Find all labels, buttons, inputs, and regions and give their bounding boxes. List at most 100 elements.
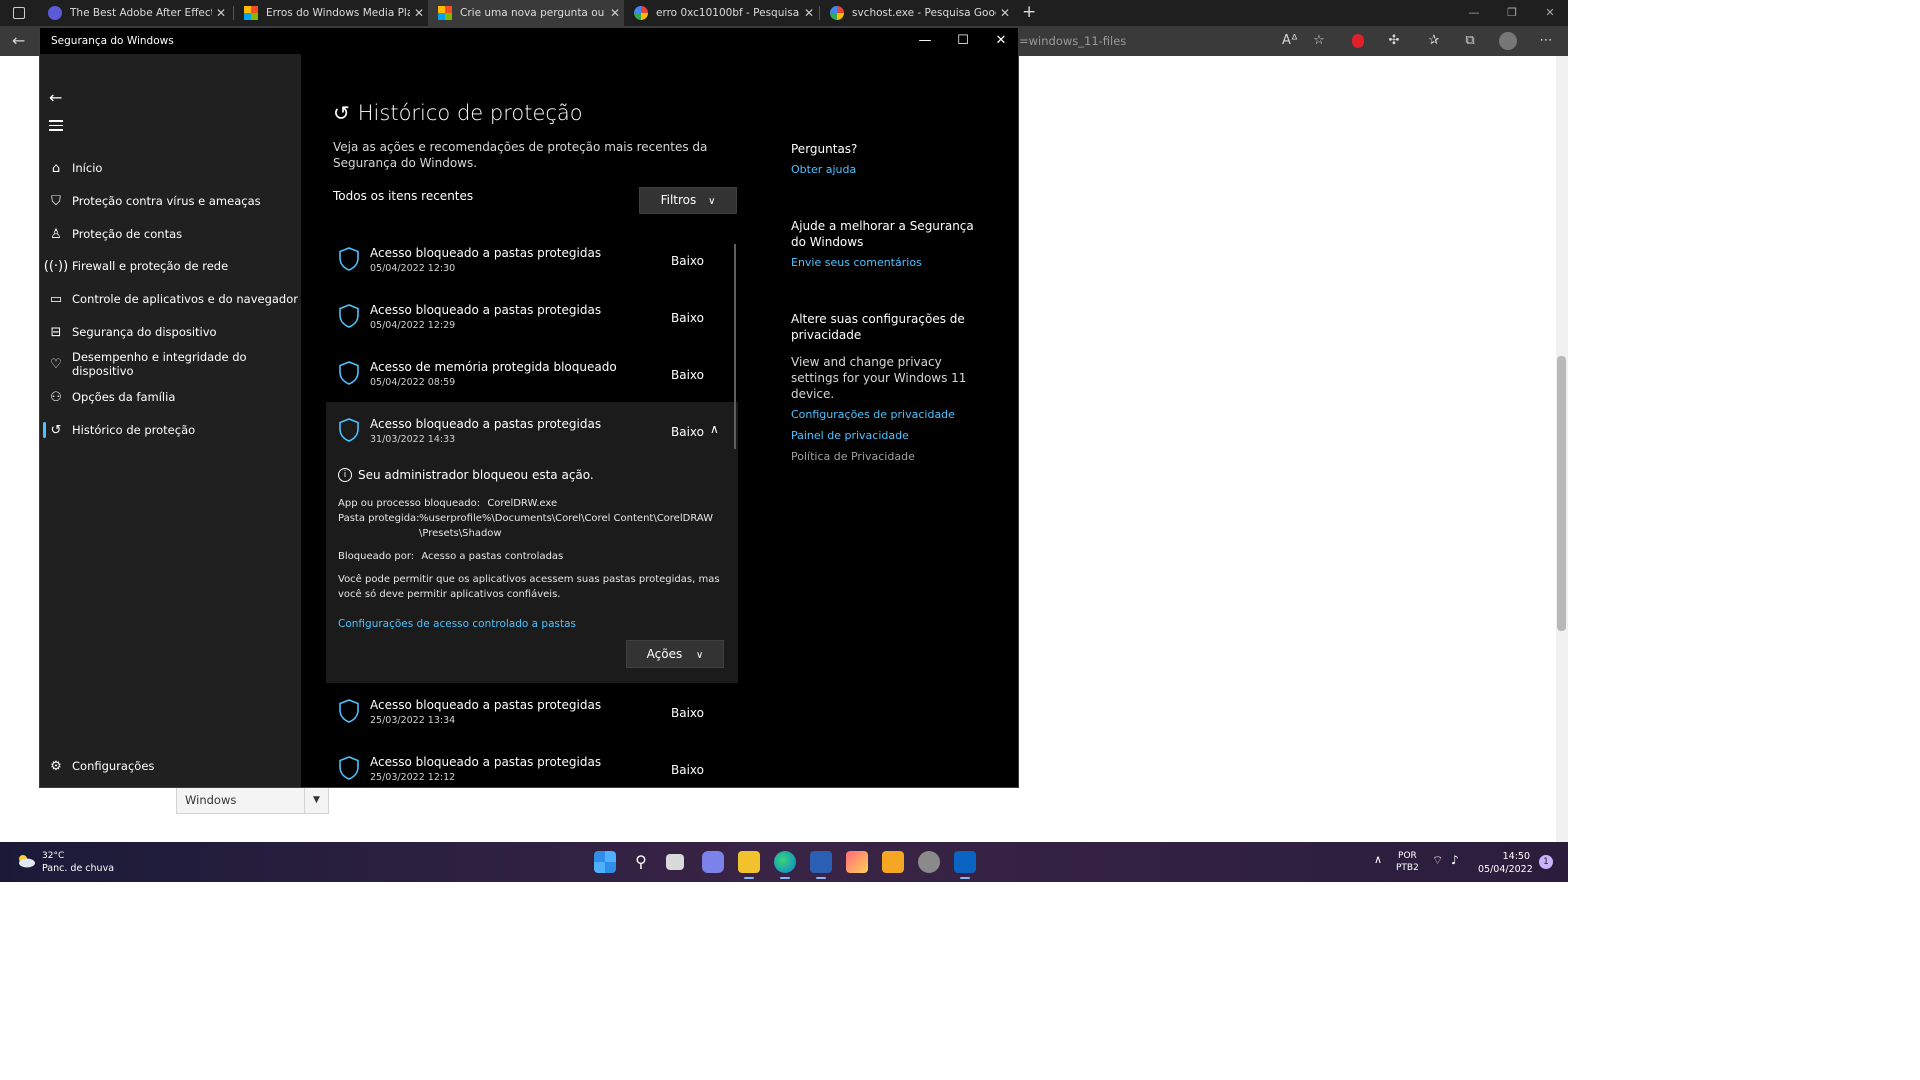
more-menu-icon[interactable]: ⋯	[1535, 31, 1557, 51]
close-tab-icon[interactable]: ✕	[606, 6, 624, 20]
extensions-icon[interactable]: ✣	[1383, 31, 1405, 51]
history-icon: ↺	[333, 101, 350, 125]
history-item[interactable]: Acesso bloqueado a pastas protegidas 05/…	[326, 231, 738, 288]
extension-red-icon[interactable]	[1347, 31, 1369, 51]
sidebar: ← ⌂ Início ⛉ Proteção contra vírus e ame…	[40, 54, 301, 787]
family-icon: ⚇	[50, 389, 62, 405]
improve-section: Ajude a melhorar a Segurança do Windows …	[791, 218, 991, 271]
close-tab-icon[interactable]: ✕	[410, 6, 428, 20]
new-tab-button[interactable]: +	[1022, 2, 1036, 22]
browser-tab-active[interactable]: Crie uma nova pergunta ou inicie ✕	[428, 0, 624, 26]
shield-icon	[339, 361, 359, 385]
history-list-scrollbar[interactable]	[734, 244, 736, 449]
browser-tab[interactable]: Erros do Windows Media Player ✕	[234, 0, 428, 26]
browser-restore-icon[interactable]: ❐	[1493, 0, 1531, 26]
close-tab-icon[interactable]: ✕	[212, 6, 230, 20]
word-icon[interactable]	[810, 851, 832, 879]
favorites-icon[interactable]: ✰	[1423, 31, 1445, 51]
task-view-icon[interactable]	[666, 854, 684, 870]
start-icon[interactable]	[594, 851, 616, 873]
photo-app-icon[interactable]	[846, 851, 868, 873]
protected-folder-row: Pasta protegida:	[338, 513, 420, 524]
taskbar: 32°C Panc. de chuva ⚲ ∧ POR PTB2 ⌔ ♪ 14:…	[0, 842, 1568, 882]
language-indicator[interactable]: POR PTB2	[1396, 850, 1419, 874]
heart-icon: ♡	[50, 356, 62, 372]
search-icon[interactable]: ⚲	[630, 851, 652, 873]
history-item[interactable]: Acesso bloqueado a pastas protegidas 31/…	[326, 402, 738, 459]
file-explorer-icon[interactable]	[738, 851, 760, 879]
browser-back-icon[interactable]: ←	[12, 31, 25, 50]
history-icon: ↺	[50, 422, 62, 438]
clock[interactable]: 14:50 05/04/2022	[1478, 850, 1533, 876]
chevron-up-icon[interactable]: ∧	[710, 422, 719, 436]
sidebar-item-device-performance[interactable]: ♡ Desempenho e integridade do dispositiv…	[40, 348, 301, 380]
address-bar-url[interactable]: =windows_11-files	[1019, 34, 1126, 48]
history-item[interactable]: Acesso bloqueado a pastas protegidas 05/…	[326, 288, 738, 345]
show-hidden-icons[interactable]: ∧	[1374, 854, 1382, 866]
back-arrow-icon[interactable]: ←	[49, 88, 62, 107]
wifi-icon[interactable]: ⌔	[1432, 854, 1443, 866]
sidebar-item-account-protection[interactable]: ♙ Proteção de contas	[40, 218, 301, 250]
edge-icon[interactable]	[774, 851, 796, 879]
collections-icon[interactable]: ⧉	[1459, 31, 1481, 51]
close-icon[interactable]: ✕	[982, 28, 1018, 54]
browser-minimize-icon[interactable]: —	[1455, 0, 1493, 26]
history-item[interactable]: Acesso bloqueado a pastas protegidas 25/…	[326, 683, 738, 740]
maximize-icon[interactable]: ☐	[944, 28, 982, 54]
settings-app-icon[interactable]	[918, 851, 940, 873]
shield-icon	[339, 247, 359, 271]
tab-actions-icon[interactable]	[13, 7, 25, 19]
browser-tab[interactable]: erro 0xc10100bf - Pesquisa Goog ✕	[624, 0, 818, 26]
windows-security-window: Segurança do Windows — ☐ ✕ ← ⌂ Início ⛉ …	[39, 27, 1019, 788]
windows-security-taskbar-icon[interactable]	[954, 851, 976, 879]
filters-button[interactable]: Filtros ∨	[639, 187, 737, 214]
shield-icon	[339, 756, 359, 780]
history-item[interactable]: Acesso bloqueado a pastas protegidas 25/…	[326, 740, 738, 787]
main-content: ↺ Histórico de proteção Veja as ações e …	[301, 54, 1018, 787]
windows-logo-icon	[244, 6, 258, 20]
profile-avatar[interactable]	[1497, 31, 1519, 51]
browser-tab[interactable]: The Best Adobe After Effects Tem ✕	[38, 0, 230, 26]
close-tab-icon[interactable]: ✕	[800, 6, 818, 20]
teams-chat-icon[interactable]	[702, 851, 724, 873]
media-player-icon[interactable]	[882, 851, 904, 873]
browser-tab[interactable]: svchost.exe - Pesquisa Google ✕	[820, 0, 1014, 26]
controlled-folder-access-link[interactable]: Configurações de acesso controlado a pas…	[338, 618, 576, 630]
get-help-link[interactable]: Obter ajuda	[791, 162, 857, 178]
sidebar-item-virus-protection[interactable]: ⛉ Proteção contra vírus e ameaças	[40, 185, 301, 217]
page-scrollbar-thumb[interactable]	[1557, 356, 1566, 631]
privacy-policy-link[interactable]: Política de Privacidade	[791, 449, 991, 465]
browser-close-icon[interactable]: ✕	[1531, 0, 1569, 26]
add-favorite-icon[interactable]: ☆	[1308, 31, 1330, 51]
severity-label: Baixo	[671, 311, 704, 325]
privacy-dashboard-link[interactable]: Painel de privacidade	[791, 428, 991, 444]
sidebar-item-home[interactable]: ⌂ Início	[40, 152, 301, 184]
sidebar-item-app-browser-control[interactable]: ▭ Controle de aplicativos e do navegador	[40, 283, 301, 315]
minimize-icon[interactable]: —	[906, 28, 944, 54]
volume-icon[interactable]: ♪	[1451, 854, 1459, 866]
send-feedback-link[interactable]: Envie seus comentários	[791, 255, 991, 271]
page-title: ↺ Histórico de proteção	[333, 101, 583, 125]
privacy-settings-link[interactable]: Configurações de privacidade	[791, 407, 991, 423]
close-tab-icon[interactable]: ✕	[996, 6, 1014, 20]
shield-icon: ⛉	[51, 193, 61, 209]
browser-tabstrip: The Best Adobe After Effects Tem ✕ Erros…	[0, 0, 1568, 26]
person-icon: ♙	[50, 226, 62, 242]
gear-icon: ⚙	[50, 758, 62, 774]
weather-widget[interactable]: 32°C Panc. de chuva	[16, 851, 114, 874]
sidebar-item-settings[interactable]: ⚙ Configurações	[40, 750, 301, 782]
sidebar-item-family-options[interactable]: ⚇ Opções da família	[40, 381, 301, 413]
hamburger-menu-icon[interactable]	[49, 120, 63, 134]
history-item[interactable]: Acesso de memória protegida bloqueado 05…	[326, 345, 738, 402]
read-aloud-icon[interactable]: Aᐞ	[1279, 31, 1301, 51]
severity-label: Baixo	[671, 763, 704, 777]
actions-button[interactable]: Ações ∨	[626, 640, 724, 668]
sidebar-item-protection-history[interactable]: ↺ Histórico de proteção	[40, 414, 301, 446]
app-browser-icon: ▭	[49, 291, 63, 307]
notification-badge[interactable]: 1	[1539, 855, 1553, 869]
background-page-select[interactable]: Windows ▼	[176, 787, 329, 814]
sidebar-item-firewall[interactable]: ((·)) Firewall e proteção de rede	[40, 250, 301, 282]
admin-blocked-message: i Seu administrador bloqueou esta ação.	[338, 468, 594, 482]
history-list: Acesso bloqueado a pastas protegidas 05/…	[326, 231, 738, 787]
sidebar-item-device-security[interactable]: ⊟ Segurança do dispositivo	[40, 316, 301, 348]
